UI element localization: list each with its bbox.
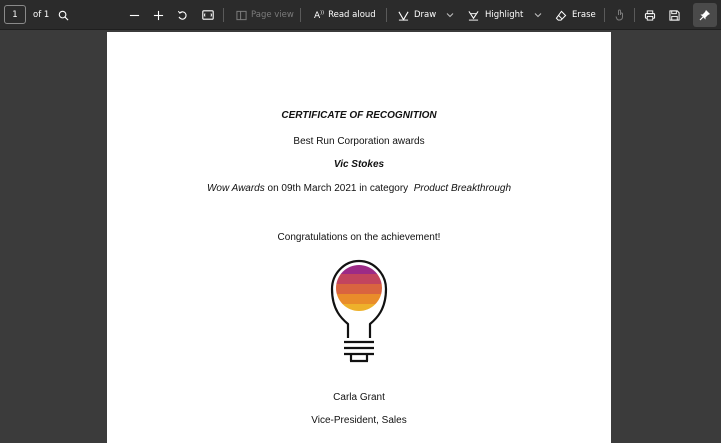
- page-view-button[interactable]: Page view: [236, 0, 294, 30]
- touch-writing-button[interactable]: [615, 0, 625, 30]
- document-page: CERTIFICATE OF RECOGNITION Best Run Corp…: [107, 32, 611, 443]
- pdf-viewer: 1 of 1 Page view A)) Read aloud Draw Hig…: [0, 0, 721, 443]
- save-button[interactable]: [669, 0, 680, 30]
- toolbar-divider: [300, 8, 301, 22]
- highlight-icon: [468, 10, 479, 21]
- chevron-down-icon: [446, 13, 454, 18]
- touch-icon: [615, 9, 623, 21]
- recipient-name: Vic Stokes: [333, 159, 385, 170]
- page-count-label: of 1: [33, 10, 50, 20]
- page-view-icon: [236, 10, 247, 20]
- erase-button[interactable]: Erase: [555, 0, 596, 30]
- print-button[interactable]: [644, 0, 656, 30]
- read-aloud-icon: A)): [314, 9, 325, 21]
- draw-button[interactable]: Draw: [398, 0, 436, 30]
- page-view-label: Page view: [251, 10, 294, 20]
- pin-icon: [699, 10, 710, 21]
- toolbar-divider: [223, 8, 224, 22]
- draw-options-button[interactable]: [446, 0, 454, 30]
- issuer-line: Best Run Corporation awards: [293, 136, 425, 147]
- read-aloud-label: Read aloud: [328, 10, 376, 20]
- search-icon: [58, 10, 69, 20]
- toolbar-divider: [634, 8, 635, 22]
- fit-page-icon: [202, 10, 214, 20]
- read-aloud-button[interactable]: A)) Read aloud: [314, 0, 376, 30]
- rotate-icon: [177, 10, 187, 20]
- erase-icon: [555, 10, 567, 21]
- award-line: Wow Awards on 09th March 2021 in categor…: [107, 183, 611, 194]
- search-button[interactable]: [58, 0, 69, 30]
- draw-label: Draw: [414, 10, 437, 20]
- rotate-button[interactable]: [177, 0, 188, 30]
- highlight-label: Highlight: [485, 10, 524, 20]
- award-details: on 09th March 2021 in category: [267, 183, 409, 194]
- toolbar-divider: [604, 8, 605, 22]
- toolbar: 1 of 1 Page view A)) Read aloud Draw Hig…: [0, 0, 721, 30]
- erase-label: Erase: [572, 10, 596, 20]
- page-number-input[interactable]: 1: [4, 5, 26, 24]
- award-name: Wow Awards: [206, 183, 265, 194]
- print-icon: [644, 9, 656, 21]
- page-count: of 1: [33, 0, 49, 30]
- zoom-out-icon: [129, 14, 140, 16]
- toolbar-divider: [386, 8, 387, 22]
- signer-name: Carla Grant: [333, 392, 385, 403]
- chevron-down-icon: [534, 13, 542, 18]
- congratulations-message: Congratulations on the achievement!: [277, 232, 441, 243]
- zoom-in-icon: [153, 10, 164, 20]
- highlight-options-button[interactable]: [534, 0, 542, 30]
- pin-toolbar-button[interactable]: [693, 3, 717, 27]
- save-icon: [669, 9, 680, 21]
- draw-icon: [398, 11, 409, 21]
- lightbulb-logo: [330, 259, 388, 363]
- zoom-in-button[interactable]: [153, 0, 164, 30]
- fit-page-button[interactable]: [202, 0, 214, 30]
- page-number: 1: [12, 9, 18, 20]
- highlight-button[interactable]: Highlight: [468, 0, 523, 30]
- award-category: Product Breakthrough: [413, 183, 512, 194]
- zoom-out-button[interactable]: [129, 0, 140, 30]
- certificate-title: CERTIFICATE OF RECOGNITION: [281, 110, 437, 121]
- signer-title: Vice-President, Sales: [311, 415, 407, 426]
